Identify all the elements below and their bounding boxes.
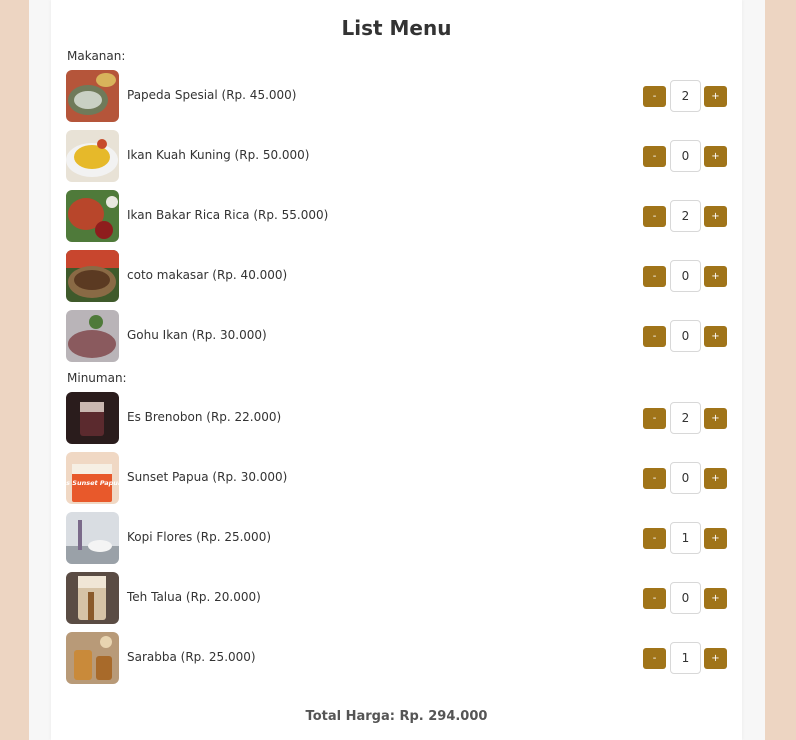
quantity-input[interactable]	[670, 522, 701, 554]
quantity-stepper: - +	[643, 140, 727, 172]
list-item: Ikan Kuah Kuning (Rp. 50.000) - +	[66, 130, 727, 182]
item-label: Es Brenobon (Rp. 22.000)	[127, 410, 282, 424]
page-title: List Menu	[341, 16, 452, 40]
drink-photo	[66, 512, 119, 564]
quantity-stepper: - +	[643, 200, 727, 232]
quantity-stepper: - +	[643, 582, 727, 614]
quantity-input[interactable]	[670, 320, 701, 352]
item-label: Ikan Kuah Kuning (Rp. 50.000)	[127, 148, 310, 162]
item-label: Sarabba (Rp. 25.000)	[127, 650, 256, 664]
food-photo	[66, 250, 119, 302]
item-label: Sunset Papua (Rp. 30.000)	[127, 470, 288, 484]
food-photo	[66, 310, 119, 362]
decrease-button[interactable]: -	[643, 528, 666, 549]
decrease-button[interactable]: -	[643, 146, 666, 167]
quantity-input[interactable]	[670, 200, 701, 232]
item-label: Ikan Bakar Rica Rica (Rp. 55.000)	[127, 208, 329, 222]
decrease-button[interactable]: -	[643, 206, 666, 227]
increase-button[interactable]: +	[704, 206, 727, 227]
increase-button[interactable]: +	[704, 86, 727, 107]
decrease-button[interactable]: -	[643, 648, 666, 669]
drink-photo	[66, 392, 119, 444]
quantity-stepper: - +	[643, 320, 727, 352]
food-photo	[66, 70, 119, 122]
item-label: Kopi Flores (Rp. 25.000)	[127, 530, 272, 544]
list-item: Sarabba (Rp. 25.000) - +	[66, 632, 727, 684]
decrease-button[interactable]: -	[643, 326, 666, 347]
quantity-input[interactable]	[670, 642, 701, 674]
increase-button[interactable]: +	[704, 588, 727, 609]
item-label: Teh Talua (Rp. 20.000)	[127, 590, 261, 604]
increase-button[interactable]: +	[704, 648, 727, 669]
image-caption: Es Sunset Papua	[66, 479, 119, 487]
item-label: Gohu Ikan (Rp. 30.000)	[127, 328, 267, 342]
quantity-input[interactable]	[670, 260, 701, 292]
decrease-button[interactable]: -	[643, 468, 666, 489]
list-item: Kopi Flores (Rp. 25.000) - +	[66, 512, 727, 564]
quantity-stepper: - +	[643, 80, 727, 112]
quantity-stepper: - +	[643, 260, 727, 292]
decrease-button[interactable]: -	[643, 86, 666, 107]
quantity-input[interactable]	[670, 80, 701, 112]
section-label-minuman: Minuman:	[67, 371, 127, 385]
item-label: Papeda Spesial (Rp. 45.000)	[127, 88, 297, 102]
list-item: coto makasar (Rp. 40.000) - +	[66, 250, 727, 302]
increase-button[interactable]: +	[704, 326, 727, 347]
item-label: coto makasar (Rp. 40.000)	[127, 268, 288, 282]
quantity-stepper: - +	[643, 402, 727, 434]
list-item: Gohu Ikan (Rp. 30.000) - +	[66, 310, 727, 362]
decrease-button[interactable]: -	[643, 408, 666, 429]
increase-button[interactable]: +	[704, 528, 727, 549]
quantity-input[interactable]	[670, 140, 701, 172]
drink-photo: Es Sunset Papua	[66, 452, 119, 504]
list-item: Ikan Bakar Rica Rica (Rp. 55.000) - +	[66, 190, 727, 242]
increase-button[interactable]: +	[704, 266, 727, 287]
section-label-makanan: Makanan:	[67, 49, 126, 63]
list-item: Papeda Spesial (Rp. 45.000) - +	[66, 70, 727, 122]
list-item: Teh Talua (Rp. 20.000) - +	[66, 572, 727, 624]
total-price: Total Harga: Rp. 294.000	[305, 709, 488, 724]
drink-photo	[66, 572, 119, 624]
increase-button[interactable]: +	[704, 408, 727, 429]
decrease-button[interactable]: -	[643, 266, 666, 287]
quantity-input[interactable]	[670, 462, 701, 494]
food-photo	[66, 190, 119, 242]
quantity-input[interactable]	[670, 402, 701, 434]
list-item: Es Sunset Papua Sunset Papua (Rp. 30.000…	[66, 452, 727, 504]
quantity-input[interactable]	[670, 582, 701, 614]
decrease-button[interactable]: -	[643, 588, 666, 609]
list-item: Es Brenobon (Rp. 22.000) - +	[66, 392, 727, 444]
food-photo	[66, 130, 119, 182]
increase-button[interactable]: +	[704, 468, 727, 489]
drink-photo	[66, 632, 119, 684]
quantity-stepper: - +	[643, 462, 727, 494]
increase-button[interactable]: +	[704, 146, 727, 167]
quantity-stepper: - +	[643, 642, 727, 674]
quantity-stepper: - +	[643, 522, 727, 554]
menu-card: List Menu Makanan: Papeda Spesial (Rp. 4…	[51, 0, 742, 740]
